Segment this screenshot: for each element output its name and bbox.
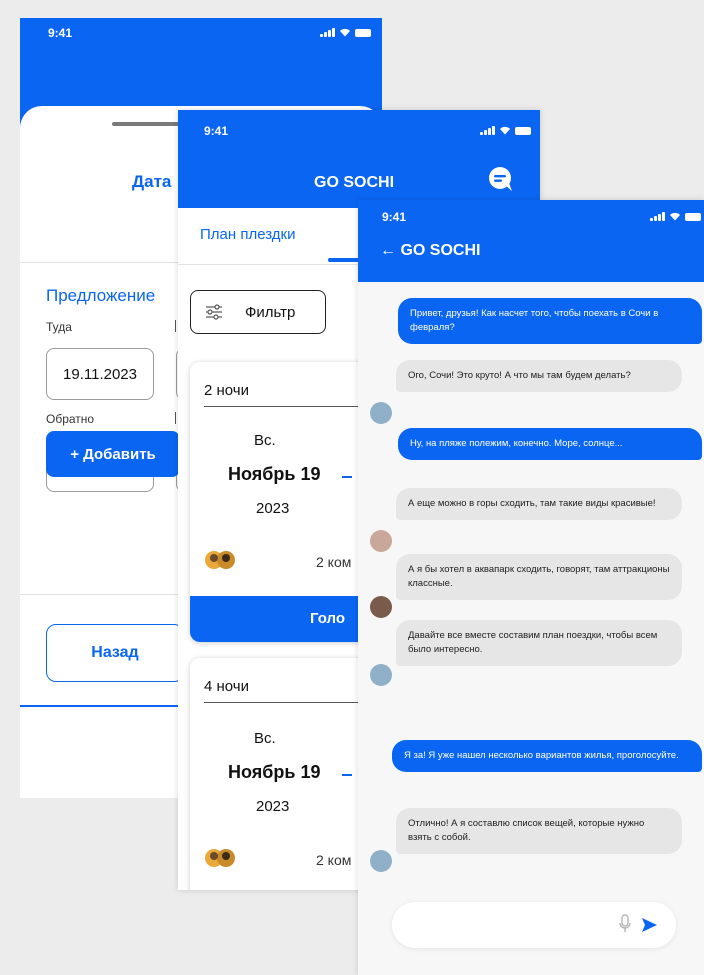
wifi-icon (500, 126, 510, 135)
month-day: Ноябрь 19 (228, 464, 321, 484)
signal-icon (650, 212, 665, 221)
status-time: 9:41 (204, 124, 229, 138)
weekday: Вс. (254, 432, 276, 449)
message-incoming: А еще можно в горы сходить, там такие ви… (396, 488, 682, 520)
label-back: Обратно (46, 412, 95, 426)
avatar[interactable] (370, 664, 392, 686)
range-dash (342, 774, 352, 776)
wifi-icon (340, 28, 350, 37)
status-icons (650, 212, 701, 221)
vote-label: Голо (310, 610, 346, 627)
avatar[interactable] (370, 402, 392, 424)
message-outgoing: Я за! Я уже нашел несколько вариантов жи… (392, 740, 702, 772)
message-incoming: Отлично! А я составлю список вещей, кото… (396, 808, 682, 854)
wifi-icon (670, 212, 680, 221)
weekday: Вс. (254, 730, 276, 747)
message-incoming: А я бы хотел в аквапарк сходить, говорят… (396, 554, 682, 600)
message-incoming: Давайте все вместе составим план поездки… (396, 620, 682, 666)
status-time: 9:41 (382, 210, 407, 224)
month-day: Ноябрь 19 (228, 762, 321, 782)
vote-button[interactable]: Голо (190, 596, 380, 642)
filter-label: Фильтр (245, 303, 296, 321)
header-bar (178, 110, 540, 208)
app-title: GO SOCHI (314, 174, 395, 191)
status-icons (320, 28, 371, 37)
year: 2023 (256, 500, 290, 517)
year: 2023 (256, 798, 290, 815)
send-icon[interactable] (640, 916, 658, 934)
chat-icon[interactable] (488, 166, 514, 192)
sliders-icon (206, 304, 222, 320)
add-button[interactable]: + Добавить (46, 431, 180, 477)
status-time: 9:41 (48, 26, 73, 40)
tab-plan[interactable]: План плездки (200, 226, 295, 243)
stay-card[interactable]: 4 ночи Вс. Ноябрь 19 2023 2 ком (190, 658, 380, 890)
avatars-icon (205, 849, 235, 867)
signal-icon (480, 126, 495, 135)
message-incoming: Ого, Сочи! Это круто! А что мы там будем… (396, 360, 682, 392)
avatars-icon (205, 551, 235, 569)
sheet-grabber[interactable] (112, 122, 186, 126)
tab-dates[interactable]: Дата (132, 172, 171, 192)
message-input[interactable] (392, 902, 676, 948)
battery-icon (685, 213, 701, 221)
range-dash (342, 476, 352, 478)
message-outgoing: Ну, на пляже полежим, конечно. Море, сол… (398, 428, 702, 460)
date-there-field[interactable]: 19.11.2023 (46, 348, 154, 400)
signal-icon (320, 28, 335, 37)
nights-label: 4 ночи (204, 678, 249, 695)
screen-chat: 9:41 ← GO SOCHI Привет, друзья! Как насч… (358, 200, 704, 975)
avatar[interactable] (370, 530, 392, 552)
back-button[interactable]: Назад (46, 624, 184, 682)
microphone-icon[interactable] (618, 914, 632, 934)
comments-count: 2 ком (316, 554, 352, 570)
nights-label: 2 ночи (204, 382, 249, 399)
filter-button[interactable]: Фильтр (190, 290, 326, 334)
nights-underline (204, 702, 364, 703)
battery-icon (515, 127, 531, 135)
section-title: Предложение (46, 286, 156, 305)
label-there: Туда (46, 320, 72, 334)
avatar[interactable] (370, 850, 392, 872)
avatar[interactable] (370, 596, 392, 618)
status-icons (480, 126, 531, 135)
message-outgoing: Привет, друзья! Как насчет того, чтобы п… (398, 298, 702, 344)
battery-icon (355, 29, 371, 37)
chat-back-title[interactable]: ← GO SOCHI (380, 242, 480, 260)
stay-card[interactable]: 2 ночи Вс. Ноябрь 19 2023 2 ком Голо (190, 362, 380, 642)
nights-underline (204, 406, 364, 407)
comments-count: 2 ком (316, 852, 352, 868)
